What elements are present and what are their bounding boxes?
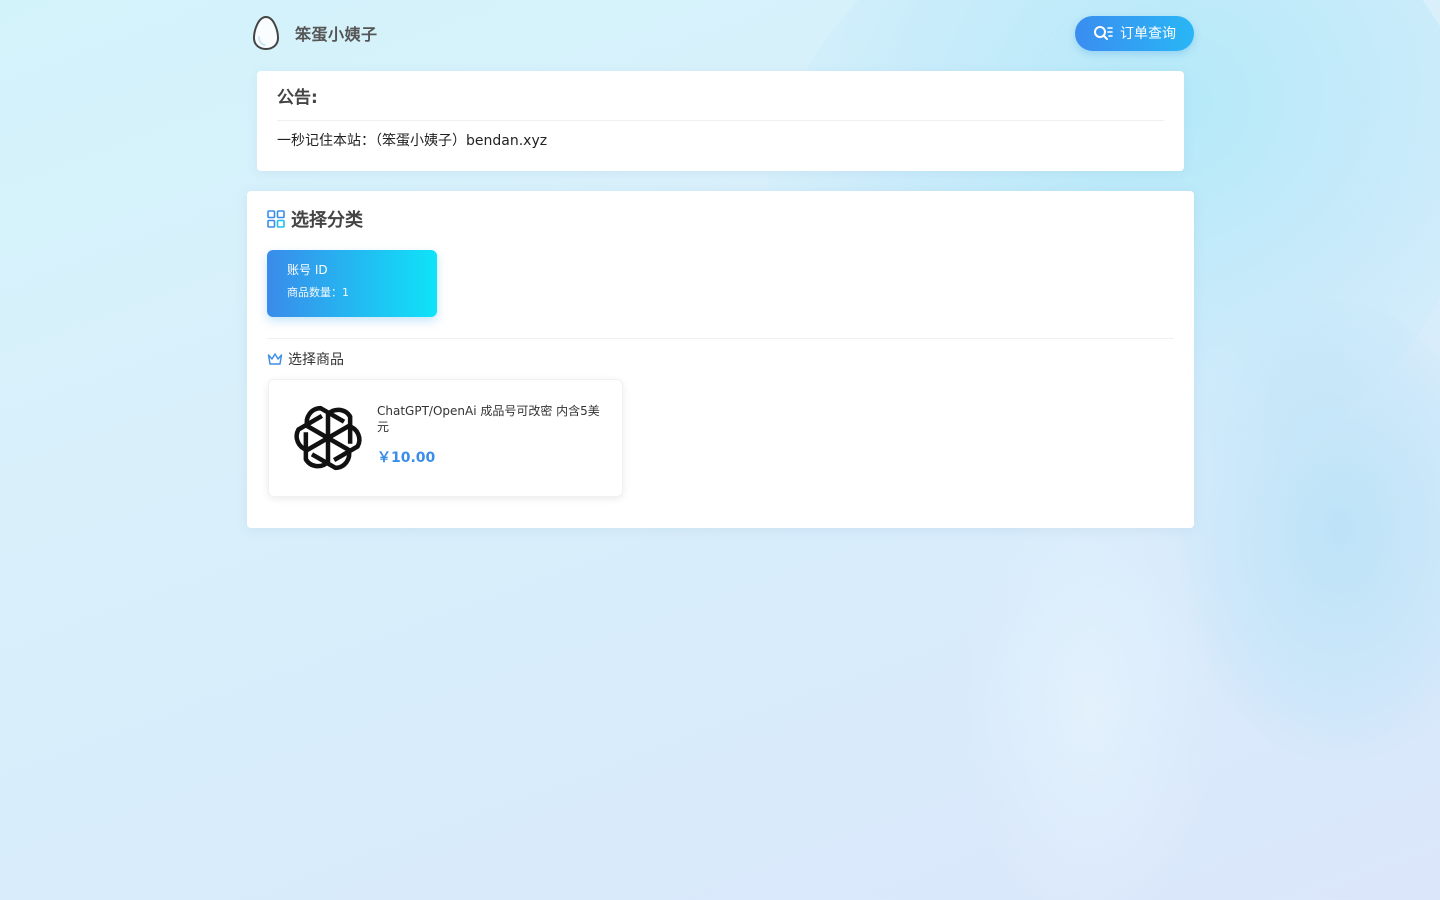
order-query-label: 订单查询 — [1120, 26, 1176, 42]
product-card[interactable]: ChatGPT/OpenAi 成品号可改密 内含5美元 ￥10.00 — [268, 379, 623, 497]
category-name: 账号 ID — [287, 263, 328, 277]
product-section-title: 选择商品 — [267, 339, 1174, 379]
product-name: ChatGPT/OpenAi 成品号可改密 内含5美元 — [377, 404, 600, 434]
brand[interactable]: 笨蛋小姨子 — [247, 15, 378, 51]
product-price: ￥10.00 — [377, 450, 436, 466]
shop-card: 选择分类 账号 ID 商品数量：1 选择商品 ChatGPT/OpenAi 成品… — [247, 191, 1194, 528]
product-section-label: 选择商品 — [288, 352, 344, 368]
notice-card: 公告: 一秒记住本站：（笨蛋小姨子）bendan.xyz — [257, 71, 1184, 171]
search-list-icon — [1094, 26, 1113, 40]
product-info: ChatGPT/OpenAi 成品号可改密 内含5美元 ￥10.00 — [369, 397, 604, 479]
category-section-title: 选择分类 — [267, 191, 1174, 245]
category-count: 商品数量：1 — [287, 286, 349, 299]
background-blob — [960, 480, 1220, 900]
egg-logo-icon — [252, 15, 280, 51]
category-section-label: 选择分类 — [291, 210, 363, 231]
notice-body: 一秒记住本站：（笨蛋小姨子）bendan.xyz — [277, 133, 548, 149]
notice-title: 公告: — [277, 71, 1164, 121]
order-query-button[interactable]: 订单查询 — [1075, 15, 1194, 51]
grid-icon — [267, 210, 285, 228]
background-blob — [1180, 300, 1440, 760]
site-header: 笨蛋小姨子 订单查询 — [247, 12, 1194, 54]
openai-logo-icon — [294, 405, 362, 471]
crown-icon — [267, 353, 283, 365]
brand-name: 笨蛋小姨子 — [295, 25, 378, 44]
category-card[interactable]: 账号 ID 商品数量：1 — [267, 250, 437, 317]
